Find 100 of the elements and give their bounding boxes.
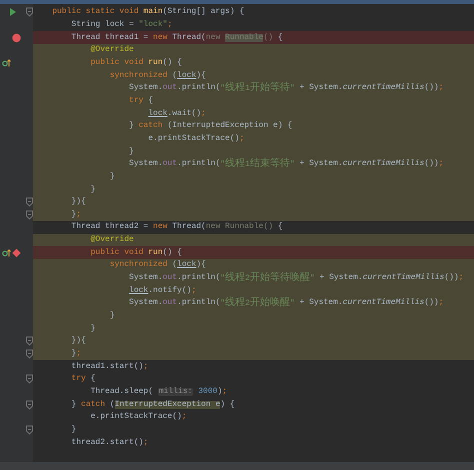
code-text: .println( — [177, 299, 220, 308]
method-name: run — [148, 58, 163, 67]
method-call: currentTimeMillis — [342, 160, 424, 168]
code-text: Runnable — [225, 34, 264, 42]
code-text: ) — [217, 388, 222, 396]
code-text: } — [71, 400, 78, 409]
run-icon[interactable] — [9, 8, 17, 17]
code-text: (InterruptedException e) { — [167, 122, 292, 130]
fold-icon[interactable] — [26, 8, 33, 17]
field-name: out — [162, 84, 178, 92]
code-text: } — [110, 172, 115, 181]
code-text: ()) — [444, 274, 459, 282]
parameter-hint: millis: — [158, 388, 194, 396]
string-literal: "线程1结束等待" — [220, 159, 295, 170]
annotation: @Override — [90, 236, 134, 244]
keyword: ; — [438, 84, 444, 92]
code-text: new Runnable() — [206, 223, 274, 232]
method-name: run — [148, 248, 163, 257]
code-text: ()) — [424, 84, 439, 92]
keyword: ; — [191, 286, 196, 295]
code-text: } — [71, 426, 76, 434]
keyword: catch — [81, 400, 106, 409]
code-text: System. — [129, 84, 163, 92]
keyword: synchronized — [110, 72, 168, 80]
code-text: + System. — [298, 299, 343, 308]
code-text: + System. — [298, 84, 343, 92]
breakpoint-icon[interactable] — [12, 248, 21, 258]
keyword: public void — [90, 58, 144, 67]
keyword: ; — [76, 210, 82, 219]
code-text: Thread thread2 = — [71, 223, 150, 232]
code-text: }){ — [71, 198, 86, 206]
keyword: ; — [438, 160, 444, 168]
code-text: } — [129, 122, 135, 130]
code-text: Thread( — [172, 34, 206, 42]
code-text: { — [278, 34, 283, 42]
code-text: thread1.start() — [71, 362, 144, 371]
field-name: out — [162, 160, 178, 168]
keyword: ; — [239, 134, 244, 143]
keyword: catch — [138, 122, 164, 130]
code-text: e.printStackTrace() — [148, 134, 240, 143]
code-text: ){ — [196, 72, 206, 80]
code-text: .println( — [177, 274, 220, 282]
fold-icon[interactable] — [26, 198, 33, 207]
code-text: { — [148, 96, 154, 105]
override-icon[interactable] — [2, 248, 11, 257]
fold-icon[interactable] — [26, 400, 33, 410]
fold-icon[interactable] — [26, 350, 33, 359]
keyword: new — [153, 34, 168, 42]
code-text: System. — [129, 160, 163, 168]
keyword: ; — [201, 110, 206, 118]
fold-icon[interactable] — [26, 336, 33, 346]
method-name: main — [143, 8, 163, 16]
keyword: ; — [438, 299, 444, 308]
fold-icon[interactable] — [26, 425, 33, 434]
string-literal: "线程2开始等待唤醒" — [220, 273, 315, 284]
code-text: + System. — [298, 160, 343, 168]
breakpoint-icon[interactable] — [12, 33, 21, 42]
code-text: System. — [129, 274, 163, 282]
code-text: String lock = — [71, 20, 135, 29]
code-text: InterruptedException e — [114, 400, 220, 409]
code-text: + System. — [318, 274, 363, 282]
keyword: ; — [143, 362, 148, 371]
keyword: public void — [90, 248, 144, 257]
code-text: } — [71, 350, 76, 358]
code-text: System. — [129, 299, 163, 308]
number-literal: 3000 — [197, 388, 218, 396]
override-icon[interactable] — [2, 58, 11, 67]
code-text: } — [90, 324, 96, 333]
fold-icon[interactable] — [26, 210, 33, 220]
fold-icon[interactable] — [26, 374, 33, 384]
code-text: .wait() — [167, 110, 202, 118]
code-text: () — [263, 34, 274, 42]
code-text: thread2.start() — [71, 438, 144, 447]
keyword: ; — [167, 20, 172, 29]
method-call: currentTimeMillis — [342, 84, 424, 92]
method-call: currentTimeMillis — [342, 299, 424, 308]
code-text: } — [129, 148, 134, 156]
keyword: ; — [143, 438, 148, 447]
code-text: { — [278, 223, 283, 232]
method-call: currentTimeMillis — [362, 274, 444, 282]
keyword: try — [129, 96, 144, 105]
code-text: () { — [162, 248, 182, 257]
variable-name: lock — [148, 110, 168, 118]
code-text: ){ — [196, 261, 206, 270]
field-name: out — [162, 299, 178, 308]
string-literal: "线程2开始唤醒" — [220, 298, 295, 308]
code-text: .notify() — [148, 286, 192, 295]
code-text: ( — [110, 400, 115, 409]
annotation: @Override — [90, 46, 134, 54]
string-literal: "lock" — [138, 20, 168, 29]
keyword: ; — [458, 274, 464, 282]
code-text: }){ — [71, 337, 86, 346]
code-text: ) { — [220, 400, 235, 409]
code-text: Thread( — [172, 223, 206, 232]
code-text: Thread.sleep( — [90, 388, 154, 396]
code-text: new — [206, 34, 222, 42]
keyword: ; — [222, 388, 228, 396]
keyword: new — [153, 223, 168, 232]
code-text: () { — [162, 58, 182, 67]
code-text: .println( — [177, 160, 220, 168]
